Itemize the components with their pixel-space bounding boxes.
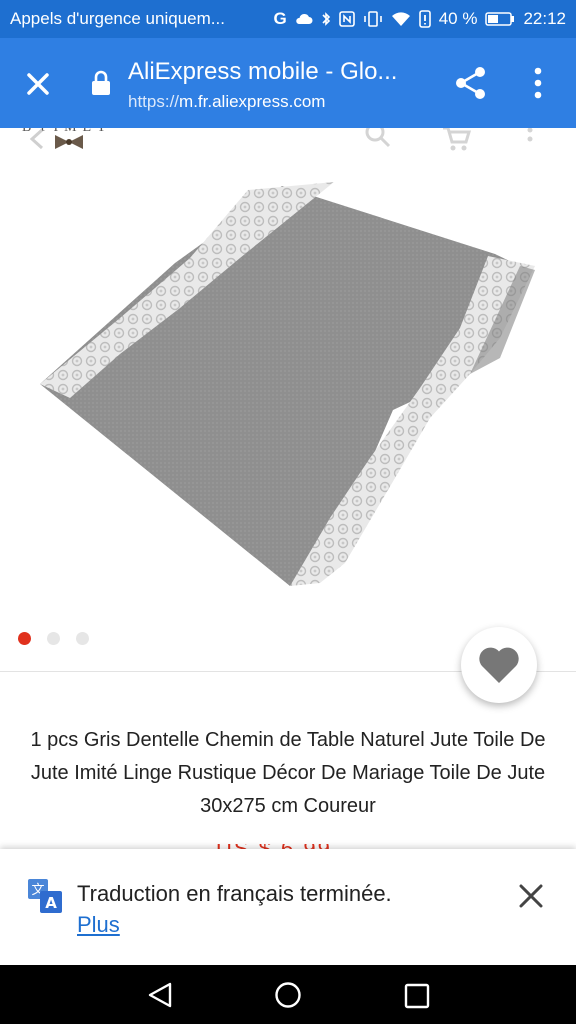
bluetooth-icon <box>322 12 330 26</box>
nfc-icon <box>338 11 355 27</box>
site-header: BYIMET <box>0 128 576 158</box>
alert-icon <box>418 10 431 28</box>
bow-logo-icon <box>55 135 83 149</box>
translation-bar: 文 A Traduction en français terminée. Plu… <box>0 849 576 965</box>
wishlist-button[interactable] <box>461 627 537 703</box>
translate-icon: 文 A <box>28 879 62 913</box>
google-icon: G <box>273 9 287 28</box>
clock: 22:12 <box>523 9 566 28</box>
wifi-icon <box>391 12 410 26</box>
system-nav-bar <box>0 965 576 1024</box>
page-title: AliExpress mobile - Glo... <box>128 58 398 85</box>
notification-text: Appels d'urgence uniquem... <box>10 9 225 28</box>
status-icons: G 40 % 22:12 <box>273 9 566 29</box>
product-title: 1 pcs Gris Dentelle Chemin de Table Natu… <box>30 729 546 817</box>
translation-message: Traduction en français terminée. <box>77 881 392 906</box>
cart-icon[interactable] <box>442 128 472 152</box>
battery-icon <box>485 12 515 26</box>
product-image[interactable] <box>0 158 576 618</box>
lock-icon <box>92 70 110 95</box>
url-host: m.fr.aliexpress.com <box>179 92 326 111</box>
svg-text:A: A <box>45 894 57 912</box>
cloud-icon <box>295 13 313 24</box>
close-icon[interactable] <box>518 883 544 909</box>
status-bar: Appels d'urgence uniquem... G 40 % 22:12 <box>0 0 576 38</box>
carousel-dot-3[interactable] <box>76 632 89 645</box>
url-scheme: https:// <box>128 92 180 111</box>
share-icon[interactable] <box>452 64 490 102</box>
more-vert-icon[interactable] <box>530 66 546 100</box>
more-vert-icon[interactable] <box>524 128 536 150</box>
browser-toolbar: AliExpress mobile - Glo... https://m.fr.… <box>0 38 576 128</box>
vibrate-icon <box>363 11 382 27</box>
back-arrow-icon[interactable] <box>26 128 50 150</box>
back-icon[interactable] <box>146 981 174 1009</box>
carousel-dot-1[interactable] <box>18 632 31 645</box>
heart-icon <box>479 647 519 683</box>
translation-more-link[interactable]: Plus <box>77 912 120 938</box>
search-icon[interactable] <box>364 128 392 150</box>
close-icon[interactable] <box>22 68 54 100</box>
home-icon[interactable] <box>274 981 302 1009</box>
carousel-dots[interactable] <box>18 632 89 645</box>
page-url: https://m.fr.aliexpress.com <box>128 92 325 112</box>
carousel-dot-2[interactable] <box>47 632 60 645</box>
battery-percent: 40 % <box>438 9 478 28</box>
recents-icon[interactable] <box>404 983 430 1009</box>
